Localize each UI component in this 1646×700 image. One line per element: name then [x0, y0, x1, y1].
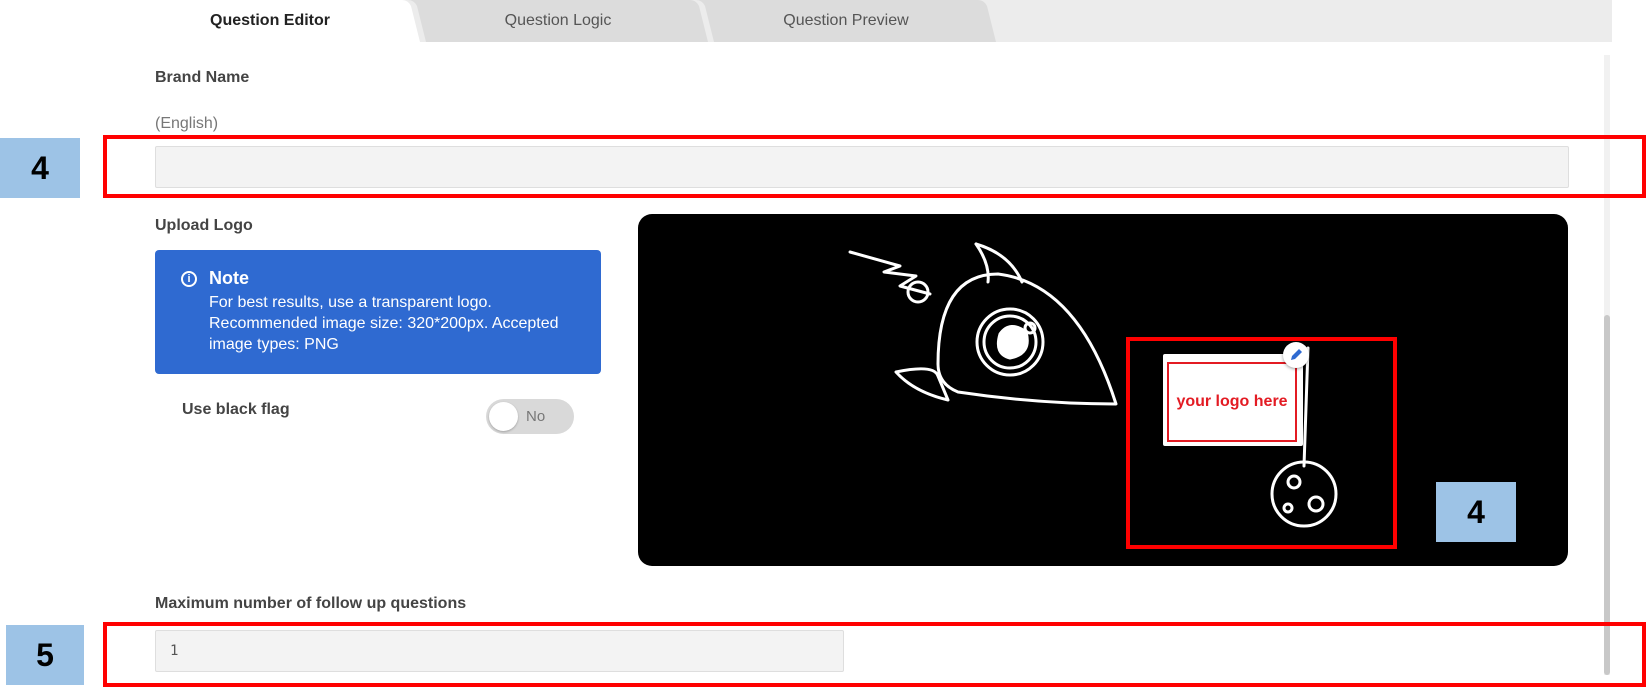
note-line: For best results, use a transparent logo…: [209, 294, 492, 311]
callout-badge: 4: [1436, 482, 1516, 542]
tab-bar: Question Editor Question Logic Question …: [120, 0, 1612, 42]
tab-label: Question Logic: [504, 12, 612, 29]
callout-badge: 4: [0, 138, 80, 198]
tab-question-editor[interactable]: Question Editor: [120, 0, 420, 42]
toggle-state: No: [526, 408, 546, 425]
callout-badge: 5: [6, 625, 84, 685]
tab-label: Question Preview: [783, 12, 909, 29]
language-label: (English): [155, 115, 219, 132]
brand-name-label: Brand Name: [155, 69, 250, 86]
highlight-box: [1126, 337, 1397, 549]
tab-label: Question Editor: [210, 12, 330, 29]
note-box: i Note For best results, use a transpare…: [155, 250, 601, 374]
note-line: image types: PNG: [209, 336, 339, 353]
toggle-knob: [489, 402, 518, 431]
upload-logo-label: Upload Logo: [155, 217, 253, 234]
scrollbar-thumb[interactable]: [1604, 315, 1610, 675]
tab-question-preview[interactable]: Question Preview: [696, 0, 996, 42]
info-icon: i: [181, 271, 197, 287]
note-line: Recommended image size: 320*200px. Accep…: [209, 315, 559, 332]
logo-preview[interactable]: your logo here: [638, 214, 1568, 566]
tab-question-logic[interactable]: Question Logic: [408, 0, 708, 42]
black-flag-label: Use black flag: [182, 401, 290, 418]
rocket-illustration: [848, 242, 1338, 528]
note-title: Note: [209, 268, 249, 288]
black-flag-toggle[interactable]: No: [486, 399, 574, 434]
followups-label: Maximum number of follow up questions: [155, 595, 467, 612]
highlight-box: [103, 135, 1646, 198]
highlight-box: [103, 622, 1646, 687]
